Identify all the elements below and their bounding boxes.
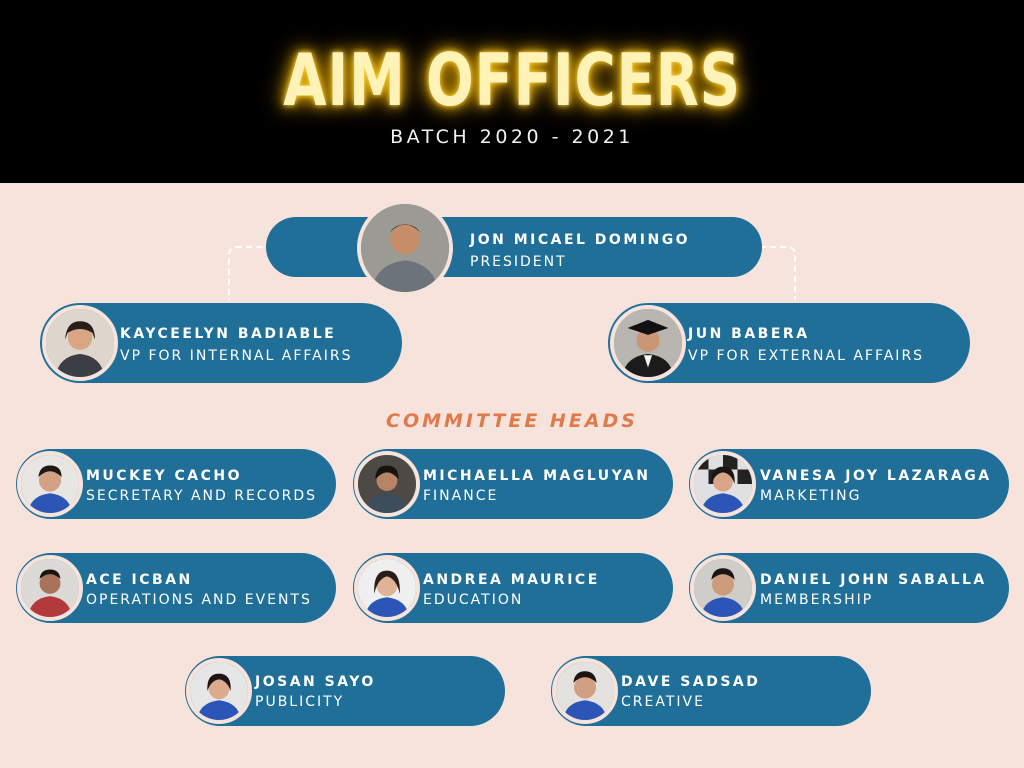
page-subtitle: BATCH 2020 - 2021 [390, 126, 634, 148]
member-photo-josan [186, 658, 252, 724]
member-role: PUBLICITY [255, 694, 345, 710]
member-name: DANIEL JOHN SABALLA [760, 572, 987, 588]
header-banner: AIM OFFICERS BATCH 2020 - 2021 [0, 0, 1024, 183]
vp-external-role: VP FOR EXTERNAL AFFAIRS [688, 348, 925, 364]
member-name: ANDREA MAURICE [423, 572, 600, 588]
president-name: JON MICAEL DOMINGO [470, 232, 691, 248]
vp-internal-role: VP FOR INTERNAL AFFAIRS [120, 348, 353, 364]
member-role: CREATIVE [621, 694, 705, 710]
member-photo-daniel [690, 555, 756, 621]
vp-internal-photo [42, 305, 118, 381]
member-role: OPERATIONS AND EVENTS [86, 592, 312, 608]
member-role: FINANCE [423, 488, 499, 504]
president-photo [357, 200, 453, 296]
member-name: DAVE SADSAD [621, 674, 761, 690]
connector-left [228, 246, 270, 300]
vp-external-name: JUN BABERA [688, 326, 810, 342]
member-role: MARKETING [760, 488, 862, 504]
member-photo-vanesa [690, 451, 756, 517]
member-role: EDUCATION [423, 592, 524, 608]
member-photo-andrea [354, 555, 420, 621]
member-name: VANESA JOY LAZARAGA [760, 468, 992, 484]
member-name: MICHAELLA MAGLUYAN [423, 468, 651, 484]
member-photo-dave [552, 658, 618, 724]
vp-external-photo [610, 305, 686, 381]
member-role: MEMBERSHIP [760, 592, 874, 608]
vp-internal-name: KAYCEELYN BADIABLE [120, 326, 337, 342]
member-photo-michaella [354, 451, 420, 517]
connector-right [760, 246, 796, 300]
president-role: PRESIDENT [470, 254, 567, 270]
committee-heading: COMMITTEE HEADS [386, 410, 638, 432]
member-name: MUCKEY CACHO [86, 468, 242, 484]
member-name: ACE ICBAN [86, 572, 193, 588]
member-photo-ace [17, 555, 83, 621]
member-role: SECRETARY AND RECORDS [86, 488, 317, 504]
member-photo-muckey [17, 451, 83, 517]
member-name: JOSAN SAYO [255, 674, 376, 690]
page-title: AIM OFFICERS [283, 38, 741, 122]
